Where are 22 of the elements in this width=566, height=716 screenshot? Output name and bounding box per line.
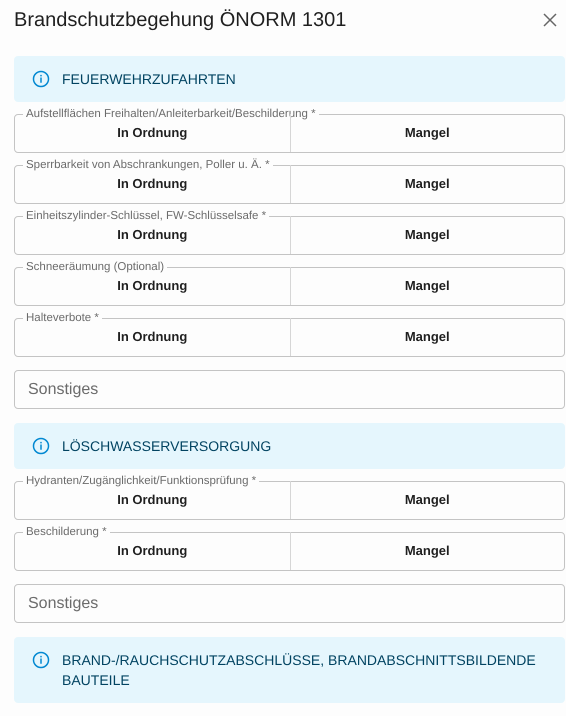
toggle-option[interactable]: Mangel [290, 267, 564, 305]
field-label: Halteverbote * [25, 312, 100, 324]
field-label: Beschilderung * [25, 526, 108, 538]
field-label: Schneeräumung (Optional) [25, 261, 166, 273]
info-icon [32, 437, 50, 455]
toggle-option[interactable]: Mangel [290, 481, 564, 519]
toggle-option[interactable]: Mangel [290, 165, 564, 203]
section-title: LÖSCHWASSERVERSORGUNG [62, 437, 272, 456]
field-label: Hydranten/Zugänglichkeit/Funktionsprüfung * [25, 475, 258, 487]
field-label: Einheitszylinder-Schlüssel, FW-Schlüsselsafe * [25, 210, 268, 222]
section-title: BRAND-/RAUCHSCHUTZABSCHLÜSSE, BRANDABSCHNITTSBILDENDE BAUTEILE [62, 651, 537, 690]
field-label: Sperrbarkeit von Abschrankungen, Poller u. Ä. * [25, 159, 271, 171]
toggle-option[interactable]: Mangel [290, 532, 564, 570]
close-icon[interactable] [541, 11, 559, 29]
toggle-option[interactable]: Mangel [290, 216, 564, 254]
info-icon [32, 70, 50, 88]
section-title: FEUERWEHRZUFAHRTEN [62, 70, 236, 89]
text-field[interactable]: Sonstiges [14, 584, 565, 623]
info-icon [32, 651, 50, 669]
dialog-title: Brandschutzbegehung ÖNORM 1301 [14, 8, 346, 33]
toggle-option[interactable]: Mangel [290, 318, 564, 356]
text-field[interactable]: Sonstiges [14, 370, 565, 409]
